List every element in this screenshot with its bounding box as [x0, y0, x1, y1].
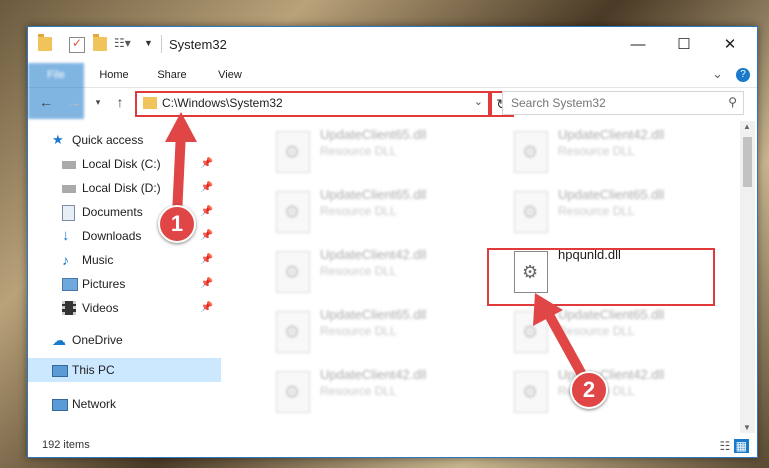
arrow-2-shaft	[543, 308, 590, 385]
arrow-1-shaft	[172, 127, 186, 220]
arrow-1-head	[165, 112, 197, 142]
callout-badge-1: 1	[158, 205, 196, 243]
callout-badge-2: 2	[570, 371, 608, 409]
annotation-arrows	[165, 112, 590, 385]
